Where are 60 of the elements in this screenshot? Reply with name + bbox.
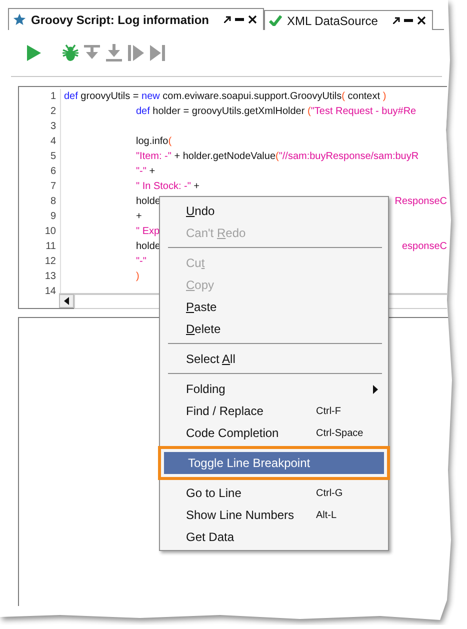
line-number: 7 bbox=[49, 180, 56, 194]
menu-item[interactable]: Delete bbox=[162, 318, 386, 340]
line-number: 9 bbox=[49, 210, 56, 224]
menu-item[interactable]: Toggle Line Breakpoint bbox=[164, 452, 384, 474]
shortcut-label: Ctrl-Space bbox=[316, 428, 364, 438]
run-button[interactable] bbox=[25, 44, 43, 62]
code-line: ResponseC bbox=[394, 195, 447, 209]
pin-icon[interactable] bbox=[392, 17, 400, 24]
minimize-icon[interactable] bbox=[404, 19, 413, 22]
code-line: "-" + bbox=[135, 165, 156, 179]
code-line: holde bbox=[135, 195, 160, 209]
menu-item[interactable]: Show Line Numbers Alt-L bbox=[162, 504, 386, 526]
submenu-arrow-icon bbox=[373, 384, 378, 394]
line-number: 10 bbox=[44, 225, 56, 239]
tab[interactable]: Groovy Script: Log information bbox=[8, 8, 264, 30]
code-line: holde bbox=[135, 240, 160, 254]
line-number: 11 bbox=[44, 240, 56, 254]
line-number: 13 bbox=[44, 270, 56, 284]
code-line: def holder = groovyUtils.getXmlHolder ("Test Request - buy#Re bbox=[135, 105, 416, 119]
code-line: "Item: -" + holder.getNodeValue("//sam:buyResponse/sam:buyR bbox=[135, 150, 419, 164]
menu-item[interactable]: Find / Replace Ctrl-F bbox=[162, 400, 386, 422]
menu-item[interactable]: Undo bbox=[162, 200, 386, 222]
line-number: 2 bbox=[49, 105, 56, 119]
line-number: 4 bbox=[49, 135, 56, 149]
scroll-left-button[interactable] bbox=[59, 294, 74, 308]
tab-title: Groovy Script: Log information bbox=[31, 12, 210, 26]
line-number: 5 bbox=[49, 150, 56, 164]
menu-item[interactable]: Paste bbox=[162, 296, 386, 318]
menu-item[interactable]: Code Completion Ctrl-Space bbox=[162, 422, 386, 444]
shortcut-label: Alt-L bbox=[316, 510, 338, 520]
tab-title: XML DataSource bbox=[287, 14, 378, 28]
left-arrow-icon bbox=[64, 297, 69, 305]
code-line: " In Stock: -" + bbox=[135, 180, 200, 194]
tab[interactable]: XML DataSource bbox=[264, 10, 433, 30]
menu-item[interactable]: Go to Line Ctrl-G bbox=[162, 482, 386, 504]
bug-button[interactable] bbox=[61, 44, 79, 62]
code-line: esponseC bbox=[402, 240, 447, 254]
menu-item[interactable]: Select All bbox=[162, 348, 386, 370]
code-line: + bbox=[135, 210, 142, 224]
code-line: " Exp bbox=[135, 225, 160, 239]
line-number: 6 bbox=[49, 165, 56, 179]
close-icon[interactable] bbox=[416, 16, 426, 25]
shortcut-label: Ctrl-F bbox=[316, 406, 342, 416]
menu-item[interactable]: Get Data bbox=[162, 526, 386, 548]
checkmark-icon bbox=[269, 15, 282, 26]
minimize-icon[interactable] bbox=[235, 18, 244, 21]
star-icon bbox=[13, 13, 26, 26]
line-number: 12 bbox=[44, 255, 56, 269]
code-line: log.info( bbox=[135, 135, 172, 149]
close-icon[interactable] bbox=[248, 15, 258, 24]
line-number: 1 bbox=[49, 90, 56, 104]
line-number: 8 bbox=[49, 195, 56, 209]
shortcut-label: Ctrl-G bbox=[316, 488, 344, 498]
code-line: "-" bbox=[135, 255, 146, 269]
pin-icon[interactable] bbox=[224, 16, 232, 23]
code-line: ) bbox=[135, 270, 140, 284]
code-line: def groovyUtils = new com.eviware.soapui.support.GroovyUtils( context ) bbox=[64, 90, 386, 104]
line-number: 3 bbox=[49, 120, 56, 134]
menu-item[interactable]: Folding bbox=[162, 378, 386, 400]
line-number: 14 bbox=[44, 285, 56, 299]
